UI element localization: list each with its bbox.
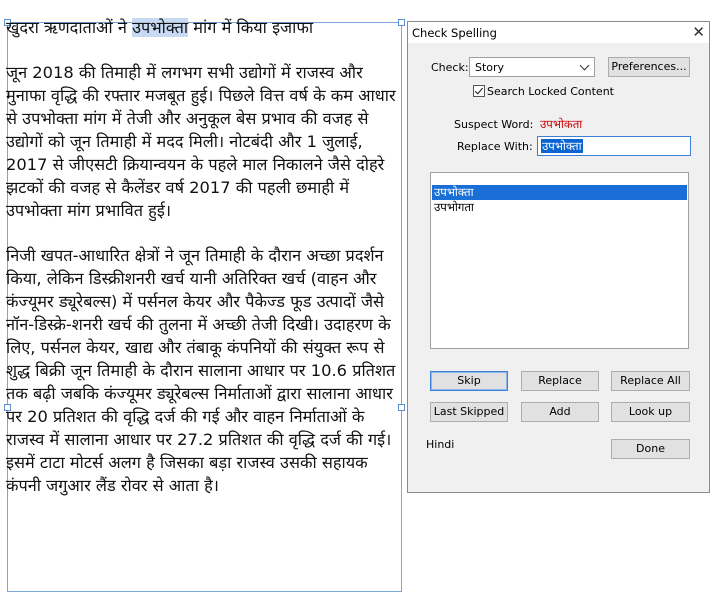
replace-with-value: उपभोक्ता bbox=[541, 139, 583, 153]
check-spelling-dialog: Check Spelling ✕ Check: Story Preference… bbox=[407, 21, 710, 493]
skip-button[interactable]: Skip bbox=[430, 371, 508, 391]
document-text[interactable]: खुदरा ऋणदाताओं ने उपभोक्ता मांग में किया… bbox=[6, 16, 398, 497]
language-label: Hindi bbox=[426, 438, 455, 451]
look-up-button[interactable]: Look up bbox=[611, 402, 690, 422]
paragraph-3: निजी खपत-आधारित क्षेत्रों ने जून तिमाही … bbox=[6, 246, 396, 495]
done-label: Done bbox=[636, 442, 665, 455]
preferences-button[interactable]: Preferences... bbox=[608, 57, 690, 77]
replace-with-label: Replace With: bbox=[457, 140, 533, 153]
last-skipped-button[interactable]: Last Skipped bbox=[430, 402, 508, 422]
frame-handle-middle-right[interactable] bbox=[398, 404, 405, 411]
frame-handle-top-right[interactable] bbox=[398, 19, 405, 26]
add-label: Add bbox=[549, 405, 571, 418]
replace-all-label: Replace All bbox=[620, 374, 681, 387]
replace-with-input[interactable]: उपभोक्ता bbox=[537, 136, 691, 156]
search-locked-label[interactable]: Search Locked Content bbox=[487, 85, 614, 98]
replace-label: Replace bbox=[538, 374, 582, 387]
close-icon[interactable]: ✕ bbox=[692, 23, 705, 41]
headline: खुदरा ऋणदाताओं ने उपभोक्ता मांग में किया… bbox=[6, 16, 398, 39]
search-locked-checkbox[interactable] bbox=[473, 85, 485, 97]
dialog-title: Check Spelling bbox=[412, 26, 497, 40]
paragraph-2: जून 2018 की तिमाही में लगभग सभी उद्योगों… bbox=[6, 63, 396, 220]
dialog-titlebar[interactable]: Check Spelling ✕ bbox=[408, 22, 709, 43]
headline-after: मांग में किया इजाफा bbox=[188, 18, 314, 37]
checkmark-icon bbox=[474, 85, 484, 95]
headline-highlighted-word: उपभोक्ता bbox=[132, 18, 189, 37]
suggestion-item[interactable]: उपभोगता bbox=[432, 200, 687, 215]
last-skipped-label: Last Skipped bbox=[433, 405, 505, 418]
check-scope-value: Story bbox=[475, 61, 505, 74]
done-button[interactable]: Done bbox=[611, 439, 690, 459]
suggestions-list[interactable]: उपभोक्ता उपभोगता bbox=[430, 172, 689, 349]
suspect-word-value: उपभोकता bbox=[540, 117, 583, 131]
suggestion-item[interactable]: उपभोक्ता bbox=[432, 185, 687, 200]
replace-all-button[interactable]: Replace All bbox=[611, 371, 690, 391]
preferences-label: Preferences... bbox=[611, 60, 687, 73]
replace-button[interactable]: Replace bbox=[521, 371, 599, 391]
add-button[interactable]: Add bbox=[521, 402, 599, 422]
look-up-label: Look up bbox=[628, 405, 673, 418]
skip-label: Skip bbox=[457, 374, 481, 387]
check-label: Check: bbox=[431, 61, 469, 74]
check-scope-select[interactable]: Story bbox=[469, 57, 595, 77]
headline-before: खुदरा ऋणदाताओं ने bbox=[6, 18, 133, 37]
chevron-down-icon bbox=[579, 60, 590, 71]
suspect-word-label: Suspect Word: bbox=[454, 118, 534, 131]
